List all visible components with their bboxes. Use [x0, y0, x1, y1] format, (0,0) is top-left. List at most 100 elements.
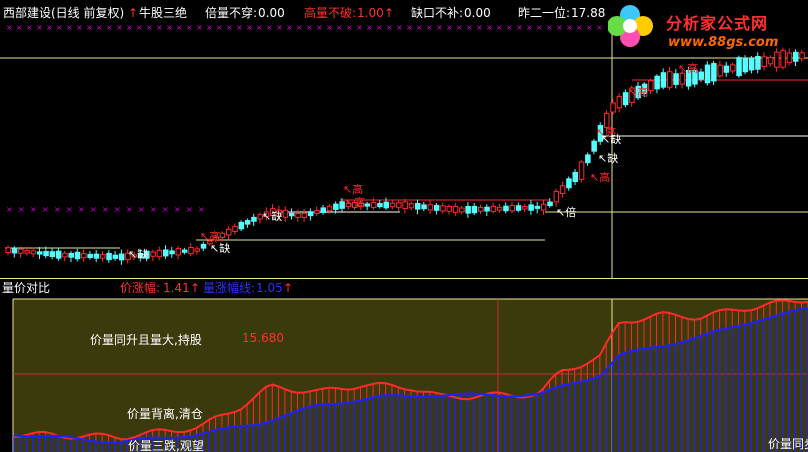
marker-x: ×	[186, 205, 193, 214]
marker-x: ×	[456, 23, 463, 32]
candle-body	[232, 225, 238, 232]
candle-body	[408, 203, 415, 209]
marker-x: ×	[216, 23, 223, 32]
candle-body	[667, 71, 673, 88]
candle-body	[774, 51, 780, 68]
candle-body	[503, 205, 509, 212]
marker-x: ×	[196, 23, 203, 32]
candle-body	[163, 249, 169, 257]
marker-x: ×	[150, 205, 157, 214]
marker-x: ×	[586, 23, 593, 32]
watch-note: 价量三跌,观望	[128, 439, 204, 452]
marker-x: ×	[516, 23, 523, 32]
marker-x: ×	[286, 23, 293, 32]
candle-body	[118, 253, 125, 261]
candle-body	[534, 205, 541, 209]
marker-x: ×	[406, 23, 413, 32]
marker-x: ×	[316, 23, 323, 32]
hold-note: 价量同升且量大,持股	[90, 333, 202, 347]
candle-body	[780, 49, 786, 68]
candle-body	[465, 205, 471, 214]
up-arrow-icon: ↑	[190, 281, 201, 295]
marker-x: ×	[416, 23, 423, 32]
marker-x: ×	[76, 23, 83, 32]
marker-x: ×	[246, 23, 253, 32]
candle-body	[30, 250, 37, 255]
candle-body	[74, 251, 81, 260]
marker-x: ×	[138, 205, 145, 214]
marker-x: ×	[16, 23, 23, 32]
candle-body	[377, 202, 383, 208]
stock-title: 西部建设(日线 前复权)	[3, 6, 125, 20]
marker-x: ×	[486, 23, 493, 32]
marker-x: ×	[376, 23, 383, 32]
marker-x: ×	[166, 23, 173, 32]
candle-body	[755, 55, 761, 70]
candle-body	[156, 249, 163, 258]
marker-x: ×	[226, 23, 233, 32]
gap-value: 0.00	[464, 6, 491, 20]
candle-body	[251, 216, 257, 222]
candle-body	[459, 207, 465, 213]
candle-body	[471, 205, 478, 214]
candle-body	[219, 232, 226, 238]
candle-body	[396, 202, 402, 208]
candle-body	[5, 247, 11, 253]
marker-x: ×	[466, 23, 473, 32]
candle-body	[566, 178, 572, 189]
marker-x: ×	[42, 205, 49, 214]
marker-x: ×	[346, 23, 353, 32]
marker-x: ×	[356, 23, 363, 32]
sync-note: 价量同步	[768, 437, 808, 451]
marker-x: ×	[54, 205, 61, 214]
marker-x: ×	[536, 23, 543, 32]
candle-body	[150, 251, 156, 257]
candle-body	[490, 205, 497, 212]
marker-x: ×	[90, 205, 97, 214]
price-rise-label: 价涨幅:	[120, 281, 161, 295]
candle-body	[723, 65, 730, 73]
marker-x: ×	[276, 23, 283, 32]
candle-body	[415, 202, 421, 210]
candle-body	[761, 56, 767, 68]
marker-x: ×	[336, 23, 343, 32]
candle-body	[704, 64, 711, 84]
candle-body	[572, 171, 578, 183]
high-volume-value: 1.00	[357, 6, 384, 20]
candle-body	[767, 57, 774, 65]
marker-x: ×	[36, 23, 43, 32]
candle-body	[654, 75, 660, 90]
sub-pane-header: 量价对比 价涨幅: 1.41 ↑ 量涨幅线: 1.05 ↑	[0, 279, 808, 297]
candle-body	[175, 248, 182, 256]
brand-text: 分析家公式网	[666, 14, 769, 33]
candle-body	[673, 73, 679, 85]
signal-label: ↖高	[343, 182, 363, 196]
candle-body	[307, 211, 314, 217]
candle-body	[585, 154, 591, 164]
marker-x: ×	[506, 23, 513, 32]
candle-body	[389, 202, 396, 208]
gap-label: 缺口不补:	[411, 6, 464, 20]
hold-value: 15.680	[242, 331, 284, 345]
candle-body	[226, 228, 232, 236]
candle-body	[49, 251, 56, 257]
clear-note: 价量背离,清仓	[127, 407, 203, 421]
signal-label: ↖高	[590, 170, 610, 184]
site-logo: 分析家公式网 www.88gs.com	[608, 2, 808, 52]
candle-body	[616, 96, 623, 109]
marker-x: ×	[306, 23, 313, 32]
candle-body	[326, 205, 333, 212]
volume-price-chart[interactable]	[0, 297, 808, 452]
marker-x: ×	[176, 23, 183, 32]
marker-x: ×	[326, 23, 333, 32]
marker-x: ×	[18, 205, 25, 214]
marker-x: ×	[266, 23, 273, 32]
marker-x: ×	[256, 23, 263, 32]
candle-body	[339, 201, 345, 209]
candle-body	[496, 206, 503, 211]
candle-body	[333, 203, 339, 210]
candle-body	[648, 80, 654, 92]
candle-body	[660, 72, 667, 88]
signal-label: ↖缺	[598, 151, 618, 165]
candle-body	[87, 253, 93, 258]
